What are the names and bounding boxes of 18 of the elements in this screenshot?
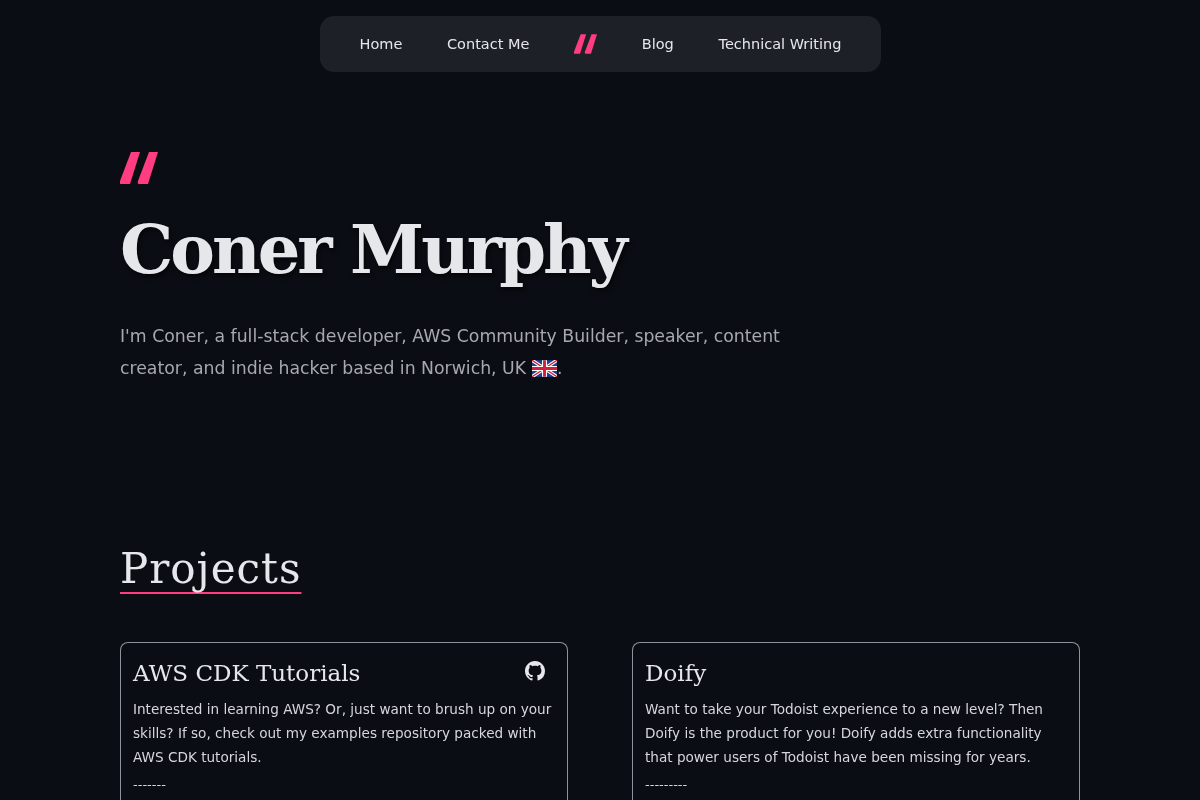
card-title: Doify: [645, 659, 707, 688]
section-heading: Projects: [120, 543, 302, 595]
card-description: Want to take your Todoist experience to a new level? Then Doify is the product for you! Doify adds extra functionality that power users of Todoist have been missing for years.: [645, 700, 1044, 767]
intro-text: creator, and indie hacker based in Norwich, UK: [120, 357, 527, 380]
card-description: Interested in learning AWS? Or, just want to brush up on your skills? If so, check out my examples repository packed with AWS CDK tutorials.: [133, 700, 553, 767]
double-slash-logo-icon: [120, 152, 158, 184]
dashed-line: -------: [133, 776, 166, 794]
double-slash-logo-icon[interactable]: [574, 34, 598, 54]
nav-link[interactable]: Home: [359, 36, 403, 52]
card-title: AWS CDK Tutorials: [133, 659, 361, 688]
github-icon[interactable]: [525, 661, 545, 681]
nav-link[interactable]: Contact Me: [447, 36, 530, 52]
dashed-line: ---------: [645, 776, 688, 794]
nav-link[interactable]: Technical Writing: [718, 36, 842, 52]
intro-text: I'm Coner, a full-stack developer, AWS Community Builder, speaker, content: [120, 325, 780, 348]
uk-flag-icon: [532, 359, 558, 377]
intro-period: .: [557, 357, 563, 380]
nav-link[interactable]: Blog: [641, 36, 674, 52]
